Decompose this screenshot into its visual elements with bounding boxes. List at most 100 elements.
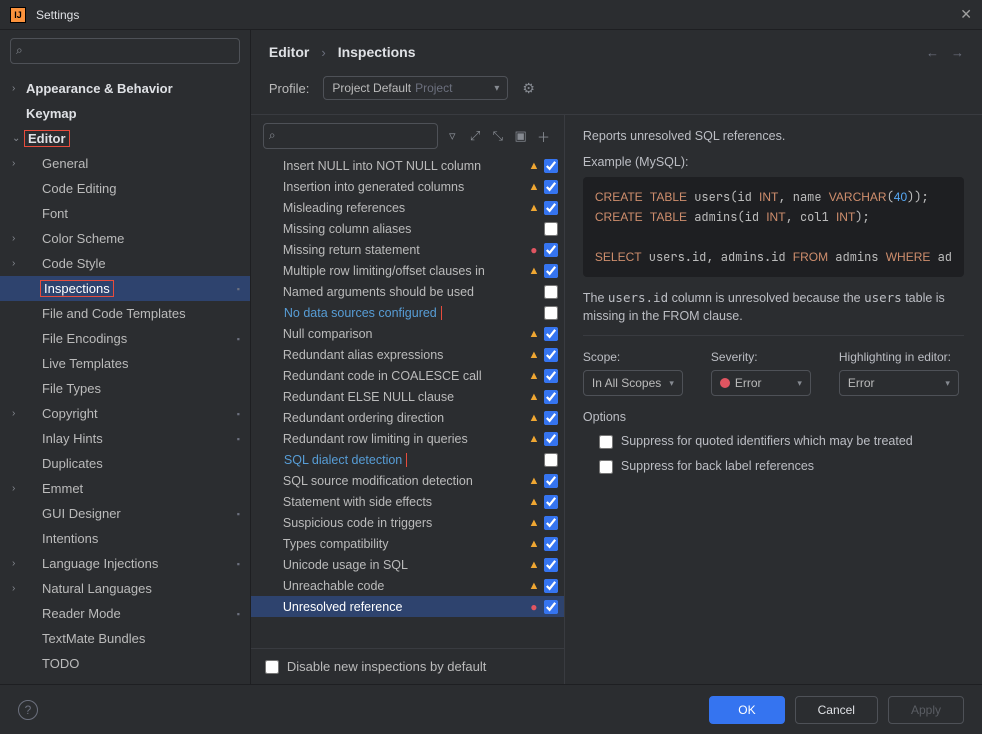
inspection-enable-checkbox[interactable]	[544, 474, 558, 488]
inspection-enable-checkbox[interactable]	[544, 159, 558, 173]
inspection-enable-checkbox[interactable]	[544, 432, 558, 446]
highlight-select[interactable]: Error▾	[839, 370, 959, 396]
inspection-enable-checkbox[interactable]	[544, 285, 558, 299]
disable-new-checkbox[interactable]	[265, 660, 279, 674]
inspection-row[interactable]: Redundant alias expressions▲	[251, 344, 564, 365]
close-icon[interactable]: ✕	[960, 6, 972, 23]
inspection-row[interactable]: SQL dialect detection	[251, 449, 564, 470]
apply-button[interactable]: Apply	[888, 696, 964, 724]
inspection-row[interactable]: Insert NULL into NOT NULL column▲	[251, 155, 564, 176]
gear-icon[interactable]: ⚙	[522, 80, 535, 97]
inspection-enable-checkbox[interactable]	[544, 579, 558, 593]
inspection-enable-checkbox[interactable]	[544, 243, 558, 257]
sidebar-item-color-scheme[interactable]: ›Color Scheme	[0, 226, 250, 251]
sidebar-item-copyright[interactable]: ›Copyright▪	[0, 401, 250, 426]
sidebar-item-inspections[interactable]: Inspections▪	[0, 276, 250, 301]
inspection-row[interactable]: Types compatibility▲	[251, 533, 564, 554]
severity-label: Severity:	[711, 350, 811, 364]
layout-icon[interactable]: ▣	[512, 128, 529, 144]
inspection-enable-checkbox[interactable]	[544, 453, 558, 467]
inspection-enable-checkbox[interactable]	[544, 264, 558, 278]
sidebar-item-file-and-code-templates[interactable]: File and Code Templates	[0, 301, 250, 326]
sidebar-item-inlay-hints[interactable]: Inlay Hints▪	[0, 426, 250, 451]
inspection-row[interactable]: Redundant row limiting in queries▲	[251, 428, 564, 449]
inspection-detail: Reports unresolved SQL references. Examp…	[565, 115, 982, 684]
sidebar-item-live-templates[interactable]: Live Templates	[0, 351, 250, 376]
expand-icon[interactable]: ⤢	[467, 128, 484, 144]
inspection-enable-checkbox[interactable]	[544, 558, 558, 572]
inspection-search-input[interactable]	[263, 123, 438, 149]
inspection-enable-checkbox[interactable]	[544, 411, 558, 425]
suppress-quoted-checkbox[interactable]	[599, 435, 613, 449]
inspection-row[interactable]: No data sources configured	[251, 302, 564, 323]
inspection-enable-checkbox[interactable]	[544, 495, 558, 509]
inspection-enable-checkbox[interactable]	[544, 600, 558, 614]
sidebar-item-todo[interactable]: TODO	[0, 651, 250, 676]
suppress-backlabel-checkbox[interactable]	[599, 460, 613, 474]
sidebar-item-intentions[interactable]: Intentions	[0, 526, 250, 551]
sidebar-item-language-injections[interactable]: ›Language Injections▪	[0, 551, 250, 576]
sidebar-search-input[interactable]	[10, 38, 240, 64]
warning-icon: ▲	[526, 580, 542, 592]
inspection-row[interactable]: Suspicious code in triggers▲	[251, 512, 564, 533]
sidebar-item-font[interactable]: Font	[0, 201, 250, 226]
disable-new-label: Disable new inspections by default	[287, 659, 486, 674]
inspection-row[interactable]: SQL source modification detection▲	[251, 470, 564, 491]
sidebar-item-general[interactable]: ›General	[0, 151, 250, 176]
inspection-row[interactable]: Multiple row limiting/offset clauses in▲	[251, 260, 564, 281]
inspection-row[interactable]: Statement with side effects▲	[251, 491, 564, 512]
inspection-row[interactable]: Unresolved reference●	[251, 596, 564, 617]
inspection-row[interactable]: Misleading references▲	[251, 197, 564, 218]
sidebar-item-emmet[interactable]: ›Emmet	[0, 476, 250, 501]
nav-forward-icon[interactable]: →	[951, 45, 964, 60]
sidebar-item-reader-mode[interactable]: Reader Mode▪	[0, 601, 250, 626]
inspection-enable-checkbox[interactable]	[544, 537, 558, 551]
inspection-enable-checkbox[interactable]	[544, 390, 558, 404]
sidebar-item-file-encodings[interactable]: File Encodings▪	[0, 326, 250, 351]
inspection-enable-checkbox[interactable]	[544, 327, 558, 341]
sidebar-item-appearance-behavior[interactable]: ›Appearance & Behavior	[0, 76, 250, 101]
collapse-icon[interactable]: ⤡	[489, 128, 506, 144]
inspection-enable-checkbox[interactable]	[544, 369, 558, 383]
sidebar-item-duplicates[interactable]: Duplicates	[0, 451, 250, 476]
add-icon[interactable]: ＋	[535, 127, 552, 146]
inspection-row[interactable]: Missing column aliases	[251, 218, 564, 239]
warning-icon: ▲	[526, 160, 542, 172]
inspection-list[interactable]: Insert NULL into NOT NULL column▲Inserti…	[251, 155, 564, 648]
highlight-label: Highlighting in editor:	[839, 350, 959, 364]
sidebar-item-keymap[interactable]: Keymap	[0, 101, 250, 126]
inspection-enable-checkbox[interactable]	[544, 180, 558, 194]
inspection-row[interactable]: Unreachable code▲	[251, 575, 564, 596]
sidebar-item-file-types[interactable]: File Types	[0, 376, 250, 401]
inspection-enable-checkbox[interactable]	[544, 516, 558, 530]
ok-button[interactable]: OK	[709, 696, 784, 724]
inspection-enable-checkbox[interactable]	[544, 201, 558, 215]
inspection-row[interactable]: Named arguments should be used	[251, 281, 564, 302]
sidebar-item-code-style[interactable]: ›Code Style	[0, 251, 250, 276]
profile-select[interactable]: Project Default Project ▾	[323, 76, 508, 100]
cancel-button[interactable]: Cancel	[795, 696, 878, 724]
settings-tree[interactable]: ›Appearance & BehaviorKeymap⌄Editor›Gene…	[0, 72, 250, 684]
inspection-enable-checkbox[interactable]	[544, 222, 558, 236]
inspection-row[interactable]: Missing return statement●	[251, 239, 564, 260]
chevron-right-icon: ›	[321, 45, 325, 60]
severity-select[interactable]: Error▾	[711, 370, 811, 396]
inspection-enable-checkbox[interactable]	[544, 306, 558, 320]
filter-icon[interactable]: ▿	[444, 128, 461, 144]
sidebar-item-natural-languages[interactable]: ›Natural Languages	[0, 576, 250, 601]
inspection-enable-checkbox[interactable]	[544, 348, 558, 362]
inspection-row[interactable]: Redundant code in COALESCE call▲	[251, 365, 564, 386]
sidebar-item-textmate-bundles[interactable]: TextMate Bundles	[0, 626, 250, 651]
sidebar-item-editor[interactable]: ⌄Editor	[0, 126, 250, 151]
inspection-row[interactable]: Null comparison▲	[251, 323, 564, 344]
breadcrumb-editor[interactable]: Editor	[269, 44, 309, 60]
sidebar-item-code-editing[interactable]: Code Editing	[0, 176, 250, 201]
sidebar-item-gui-designer[interactable]: GUI Designer▪	[0, 501, 250, 526]
inspection-row[interactable]: Redundant ELSE NULL clause▲	[251, 386, 564, 407]
help-icon[interactable]: ?	[18, 700, 38, 720]
nav-back-icon[interactable]: ←	[926, 45, 939, 60]
inspection-row[interactable]: Redundant ordering direction▲	[251, 407, 564, 428]
scope-select[interactable]: In All Scopes▾	[583, 370, 683, 396]
inspection-row[interactable]: Unicode usage in SQL▲	[251, 554, 564, 575]
inspection-row[interactable]: Insertion into generated columns▲	[251, 176, 564, 197]
